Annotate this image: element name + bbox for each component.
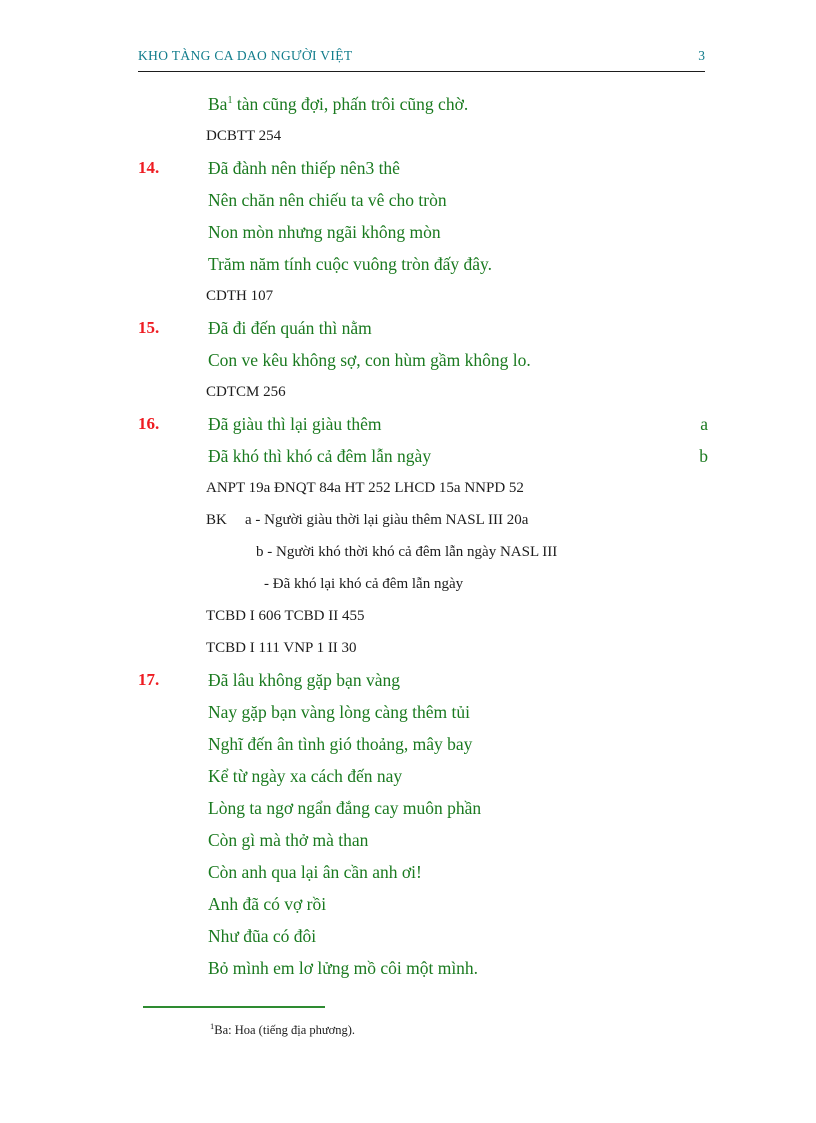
running-head: KHO TÀNG CA DAO NGƯỜI VIỆT 3 <box>138 48 705 64</box>
verse-text: Kể từ ngày xa cách đến nay <box>208 766 403 786</box>
verse-line: Còn anh qua lại ân cần anh ơi! <box>138 856 708 888</box>
entry-number: 16. <box>138 414 160 433</box>
verse-text: Bỏ mình em lơ lửng mồ côi một mình. <box>208 958 479 978</box>
verse-line: Lòng ta ngơ ngẩn đắng cay muôn phần <box>138 792 708 824</box>
reference-line: - Đã khó lại khó cả đêm lẫn ngày <box>138 568 708 600</box>
verse-text: Đã giàu thì lại giàu thêm <box>208 414 382 434</box>
verse-line: Anh đã có vợ rồi <box>138 888 708 920</box>
document-page: KHO TÀNG CA DAO NGƯỜI VIỆT 3 Ba1 tàn cũn… <box>0 0 816 1123</box>
reference-text: b - Người khó thời khó cả đêm lẫn ngày N… <box>256 544 558 560</box>
reference-line: b - Người khó thời khó cả đêm lẫn ngày N… <box>138 536 708 568</box>
verse-line: 14. Đã đành nên thiếp nên3 thê <box>138 152 708 184</box>
verse-text: Anh đã có vợ rồi <box>208 894 327 914</box>
verse-line: 16. Đã giàu thì lại giàu thêm a <box>138 408 708 440</box>
reference-text: a - Người giàu thời lại giàu thêm NASL I… <box>245 512 529 528</box>
reference-text: CDTH 107 <box>206 288 274 304</box>
verse-line: Nghĩ đến ân tình gió thoảng, mây bay <box>138 728 708 760</box>
verse-line: 15. Đã đi đến quán thì nằm <box>138 312 708 344</box>
reference-line: TCBD I 111 VNP 1 II 30 <box>138 632 708 664</box>
verse-line: Nay gặp bạn vàng lòng càng thêm tủi <box>138 696 708 728</box>
verse-line: 17. Đã lâu không gặp bạn vàng <box>138 664 708 696</box>
verse-text: Nay gặp bạn vàng lòng càng thêm tủi <box>208 702 470 722</box>
entry-number: 17. <box>138 670 160 689</box>
header-rule <box>138 71 705 72</box>
verse-line: Đã khó thì khó cả đêm lẫn ngày b <box>138 440 708 472</box>
reference-line: TCBD I 606 TCBD II 455 <box>138 600 708 632</box>
footnote: 1Ba: Hoa (tiếng địa phương). <box>210 1022 356 1038</box>
footnote-reference[interactable]: 1 <box>227 95 232 106</box>
verse-text: Non mòn nhưng ngãi không mòn <box>208 222 441 242</box>
verse-text: Nghĩ đến ân tình gió thoảng, mây bay <box>208 734 473 754</box>
verse-line: Non mòn nhưng ngãi không mòn <box>138 216 708 248</box>
page-number: 3 <box>698 48 705 63</box>
footnote-separator <box>143 1006 325 1008</box>
entry-number: 14. <box>138 158 160 177</box>
verse-text: Đã đành nên thiếp nên3 thê <box>208 158 400 178</box>
verse-text: Con ve kêu không sợ, con hùm gầm không l… <box>208 350 531 370</box>
verse-text: Trăm năm tính cuộc vuông tròn đấy đây. <box>208 254 493 274</box>
verse-text: Ba1 tàn cũng đợi, phấn trôi cũng chờ. <box>208 94 469 114</box>
verse-text: Nên chăn nên chiếu ta vê cho tròn <box>208 190 447 210</box>
verse-line: Kể từ ngày xa cách đến nay <box>138 760 708 792</box>
reference-text: - Đã khó lại khó cả đêm lẫn ngày <box>264 576 464 592</box>
reference-text: ANPT 19a ĐNQT 84a HT 252 LHCD 15a NNPD 5… <box>206 480 524 496</box>
variant-marker: b <box>699 446 708 466</box>
reference-line: CDTH 107 <box>138 280 708 312</box>
bk-label: BK <box>206 512 227 528</box>
reference-text: TCBD I 111 VNP 1 II 30 <box>206 640 357 656</box>
reference-text: CDTCM 256 <box>206 384 286 400</box>
reference-text: TCBD I 606 TCBD II 455 <box>206 608 365 624</box>
variant-marker: a <box>700 414 708 434</box>
reference-line: ANPT 19a ĐNQT 84a HT 252 LHCD 15a NNPD 5… <box>138 472 708 504</box>
verse-line: Ba1 tàn cũng đợi, phấn trôi cũng chờ. <box>138 88 708 120</box>
verse-text: Như đũa có đôi <box>208 926 317 946</box>
verse-line: Còn gì mà thở mà than <box>138 824 708 856</box>
verse-text: Lòng ta ngơ ngẩn đắng cay muôn phần <box>208 798 482 818</box>
reference-line: DCBTT 254 <box>138 120 708 152</box>
entry-number: 15. <box>138 318 160 337</box>
verse-text: Đã lâu không gặp bạn vàng <box>208 670 400 690</box>
reference-line: BK a - Người giàu thời lại giàu thêm NASL… <box>138 504 708 536</box>
verse-text: Còn gì mà thở mà than <box>208 830 369 850</box>
running-head-title: KHO TÀNG CA DAO NGƯỜI VIỆT <box>138 48 353 63</box>
reference-text: DCBTT 254 <box>206 128 282 144</box>
verse-line: Nên chăn nên chiếu ta vê cho tròn <box>138 184 708 216</box>
footnote-text: Ba: Hoa (tiếng địa phương). <box>214 1023 356 1037</box>
verse-line: Trăm năm tính cuộc vuông tròn đấy đây. <box>138 248 708 280</box>
verse-line: Bỏ mình em lơ lửng mồ côi một mình. <box>138 952 708 984</box>
poem-body: Ba1 tàn cũng đợi, phấn trôi cũng chờ. DCB… <box>138 88 708 984</box>
verse-text: Còn anh qua lại ân cần anh ơi! <box>208 862 422 882</box>
verse-text: Đã đi đến quán thì nằm <box>208 318 372 338</box>
verse-line: Như đũa có đôi <box>138 920 708 952</box>
verse-text: Đã khó thì khó cả đêm lẫn ngày <box>208 446 432 466</box>
verse-line: Con ve kêu không sợ, con hùm gầm không l… <box>138 344 708 376</box>
reference-line: CDTCM 256 <box>138 376 708 408</box>
